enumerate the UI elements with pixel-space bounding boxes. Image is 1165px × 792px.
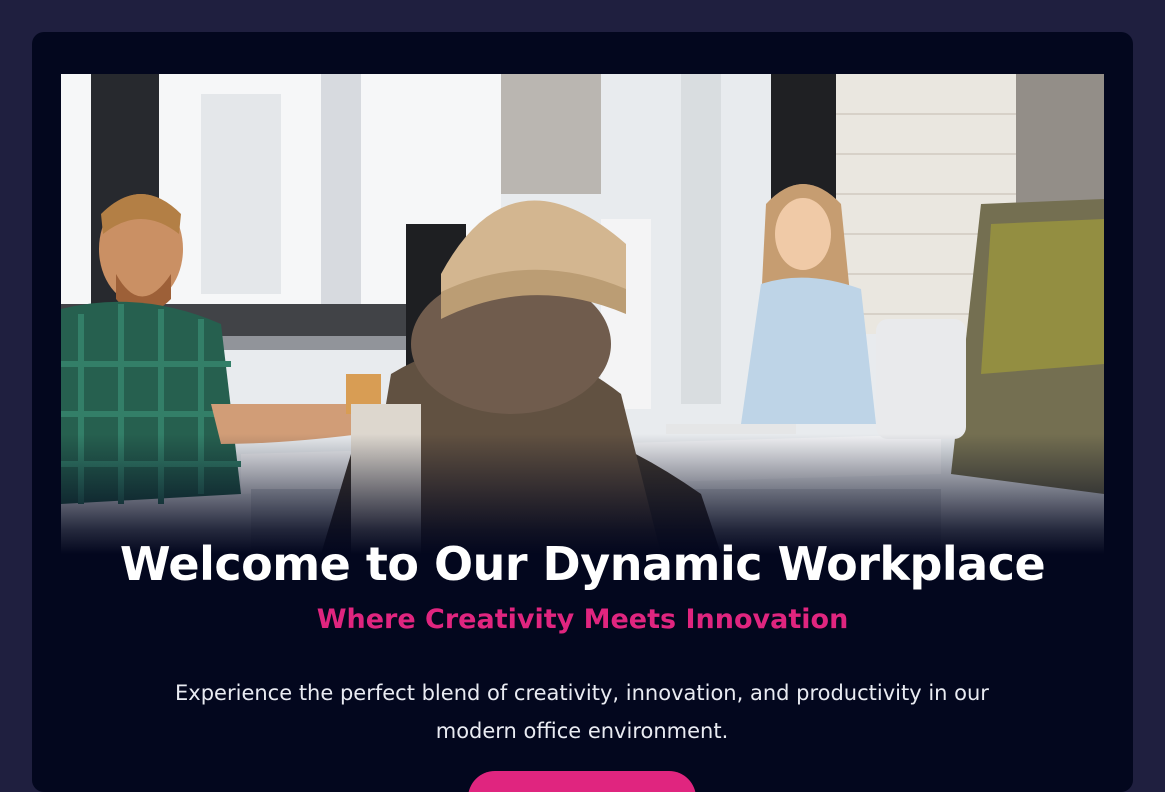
hero-card: Welcome to Our Dynamic Workplace Where C… [32,32,1133,792]
hero-title: Welcome to Our Dynamic Workplace [119,537,1046,591]
hero-description: Experience the perfect blend of creativi… [175,681,989,743]
office-team-photo [61,74,1104,554]
hero-subtitle: Where Creativity Meets Innovation [316,604,849,635]
cta-button[interactable] [468,771,696,792]
